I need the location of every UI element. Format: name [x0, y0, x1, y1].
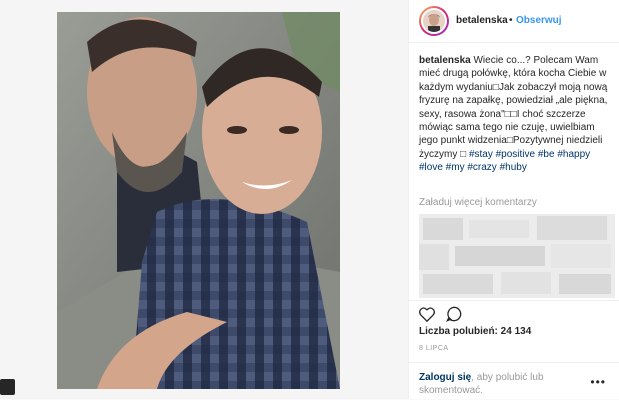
separator-dot: • — [509, 15, 513, 26]
post-photo-image — [57, 12, 340, 389]
likes-count: Liczba polubień: 24 134 — [419, 326, 531, 337]
load-more-comments-button[interactable]: Załaduj więcej komentarzy — [419, 197, 537, 208]
more-options-icon[interactable]: ••• — [590, 375, 606, 389]
post-caption: betalenska Wiecie co...? Polecam Wam mie… — [419, 54, 615, 175]
heart-icon[interactable] — [419, 307, 435, 322]
post-photo[interactable] — [57, 12, 340, 389]
post-footer: Zaloguj się, aby polubić lub skomentować… — [409, 362, 619, 400]
likes-label: Liczba polubień: — [419, 326, 498, 337]
comment-icon[interactable] — [446, 306, 462, 322]
avatar-image — [421, 8, 447, 34]
follow-button[interactable]: Obserwuj — [516, 15, 562, 26]
blurred-comments — [419, 214, 615, 298]
username-link[interactable]: betalenska — [456, 15, 508, 26]
post-date: 8 LIPCA — [419, 345, 449, 352]
photo-area — [0, 0, 408, 399]
likes-value[interactable]: 24 134 — [501, 326, 532, 337]
user-tag-icon[interactable] — [0, 379, 15, 395]
post-sidebar: betalenska • Obserwuj betalenska Wiecie … — [408, 0, 619, 399]
avatar[interactable] — [419, 6, 449, 36]
caption-username[interactable]: betalenska — [419, 55, 471, 66]
instagram-post: betalenska • Obserwuj betalenska Wiecie … — [0, 0, 619, 399]
caption-text: Wiecie co...? Polecam Wam mieć drugą poł… — [419, 55, 608, 160]
login-link[interactable]: Zaloguj się — [419, 372, 471, 383]
login-prompt: Zaloguj się, aby polubić lub skomentować… — [419, 371, 579, 397]
post-header: betalenska • Obserwuj — [409, 0, 619, 43]
action-bar — [409, 300, 619, 327]
